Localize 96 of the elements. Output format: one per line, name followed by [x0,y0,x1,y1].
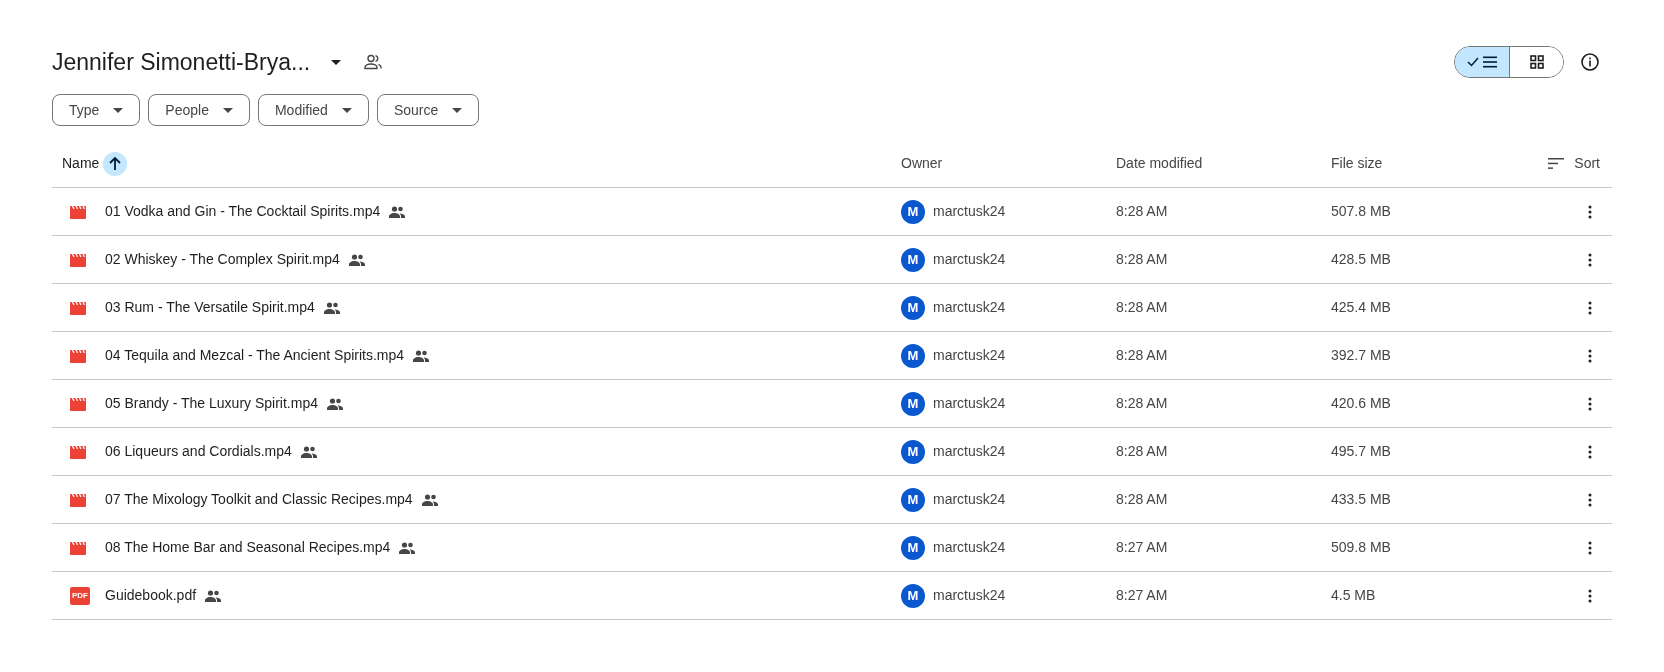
file-name: 03 Rum - The Versatile Spirit.mp4 [105,298,315,317]
video-file-icon [70,204,86,219]
file-row[interactable]: 03 Rum - The Versatile Spirit.mp4 M marctusk24 8:28 AM 425.4 MB [52,284,1612,332]
info-icon[interactable] [1580,52,1600,72]
video-file-icon [70,492,86,507]
caret-icon [331,59,342,65]
owner-name: marctusk24 [933,490,1006,509]
owner-name: marctusk24 [933,442,1006,461]
more-options-icon[interactable] [1588,252,1592,267]
owner-avatar: M [901,199,925,224]
caret-icon [452,107,463,113]
file-row[interactable]: 04 Tequila and Mezcal - The Ancient Spirits.mp4 M marctusk24 8:28 AM 392.7 MB [52,332,1612,380]
file-name: 04 Tequila and Mezcal - The Ancient Spirits.mp4 [105,346,405,365]
file-name: 08 The Home Bar and Seasonal Recipes.mp4 [105,538,391,557]
video-file-icon [70,348,86,363]
owner-name: marctusk24 [933,586,1006,605]
caret-icon [113,107,124,113]
more-options-icon[interactable] [1588,492,1592,507]
video-file-icon [70,396,86,411]
owner-name: marctusk24 [933,250,1006,269]
owner-avatar: M [901,391,925,416]
modified-time: 8:28 AM [1116,251,1168,267]
filter-chip[interactable]: Modified [257,94,369,126]
column-header[interactable]: Owner [901,153,943,174]
owner-avatar: M [901,535,925,560]
file-row[interactable]: 07 The Mixology Toolkit and Classic Recipes.mp4 M marctusk24 8:28 AM 433.5 MB [52,476,1612,524]
caret-icon [222,107,233,113]
check-icon [1467,57,1479,67]
file-size: 433.5 MB [1331,491,1391,507]
modified-time: 8:28 AM [1116,347,1168,363]
pdf-file-icon: PDF [70,586,90,605]
file-size: 392.7 MB [1331,347,1391,363]
grid-view-button[interactable] [1509,47,1563,77]
video-file-icon [70,444,86,459]
modified-time: 8:28 AM [1116,395,1168,411]
file-name: 06 Liqueurs and Cordials.mp4 [105,442,292,461]
owner-avatar: M [901,295,925,320]
more-options-icon[interactable] [1588,300,1592,315]
owner-name: marctusk24 [933,394,1006,413]
file-row[interactable]: 01 Vodka and Gin - The Cocktail Spirits.mp4 M marctusk24 8:28 AM 507.8 MB [52,188,1612,236]
filter-chip[interactable]: People [148,94,250,126]
file-size: 4.5 MB [1331,587,1376,603]
file-size: 428.5 MB [1331,251,1391,267]
modified-time: 8:27 AM [1116,539,1168,555]
folder-title: Jennifer Simonetti-Brya... [52,47,311,77]
file-size: 420.6 MB [1331,395,1391,411]
owner-avatar: M [901,487,925,512]
modified-time: 8:28 AM [1116,299,1168,315]
more-options-icon[interactable] [1588,588,1592,603]
owner-name: marctusk24 [933,538,1006,557]
more-options-icon[interactable] [1588,540,1592,555]
video-file-icon [70,540,86,555]
grid-icon [1529,55,1544,69]
file-name: 07 The Mixology Toolkit and Classic Recipes.mp4 [105,490,413,509]
owner-avatar: M [901,583,925,608]
filter-chip[interactable]: Type [52,94,141,126]
sort-ascending-icon[interactable] [103,151,128,176]
file-size: 495.7 MB [1331,443,1391,459]
file-row[interactable]: 06 Liqueurs and Cordials.mp4 M marctusk24 8:28 AM 495.7 MB [52,428,1612,476]
more-options-icon[interactable] [1588,396,1592,411]
file-row[interactable]: PDF Guidebook.pdf M marctusk24 8:27 AM 4.5 MB [52,572,1612,620]
owner-avatar: M [901,439,925,464]
modified-time: 8:28 AM [1116,203,1168,219]
sort-icon [1548,158,1565,169]
list-view-button[interactable] [1455,47,1509,77]
video-file-icon [70,252,86,267]
owner-name: marctusk24 [933,346,1006,365]
file-row[interactable]: 08 The Home Bar and Seasonal Recipes.mp4 M marctusk24 8:27 AM 509.8 MB [52,524,1612,572]
file-size: 509.8 MB [1331,539,1391,555]
sort-button[interactable]: Sort [1548,153,1612,174]
column-header[interactable]: Name [62,153,100,174]
owner-avatar: M [901,247,925,272]
shared-people-icon[interactable] [364,54,383,70]
file-name: 02 Whiskey - The Complex Spirit.mp4 [105,250,340,269]
filter-chip[interactable]: Source [376,94,480,126]
modified-time: 8:27 AM [1116,587,1168,603]
file-row[interactable]: 02 Whiskey - The Complex Spirit.mp4 M marctusk24 8:28 AM 428.5 MB [52,236,1612,284]
owner-name: marctusk24 [933,298,1006,317]
file-size: 425.4 MB [1331,299,1391,315]
column-header[interactable]: Date modified [1116,153,1203,174]
column-header[interactable]: File size [1331,153,1383,174]
more-options-icon[interactable] [1588,204,1592,219]
modified-time: 8:28 AM [1116,443,1168,459]
more-options-icon[interactable] [1588,348,1592,363]
file-name: 01 Vodka and Gin - The Cocktail Spirits.mp4 [105,202,381,221]
file-name: 05 Brandy - The Luxury Spirit.mp4 [105,394,318,413]
more-options-icon[interactable] [1588,444,1592,459]
file-name: Guidebook.pdf [105,586,197,605]
video-file-icon [70,300,86,315]
file-size: 507.8 MB [1331,203,1391,219]
caret-icon [341,107,352,113]
owner-avatar: M [901,343,925,368]
modified-time: 8:28 AM [1116,491,1168,507]
file-row[interactable]: 05 Brandy - The Luxury Spirit.mp4 M marctusk24 8:28 AM 420.6 MB [52,380,1612,428]
owner-name: marctusk24 [933,202,1006,221]
list-icon [1483,56,1497,68]
